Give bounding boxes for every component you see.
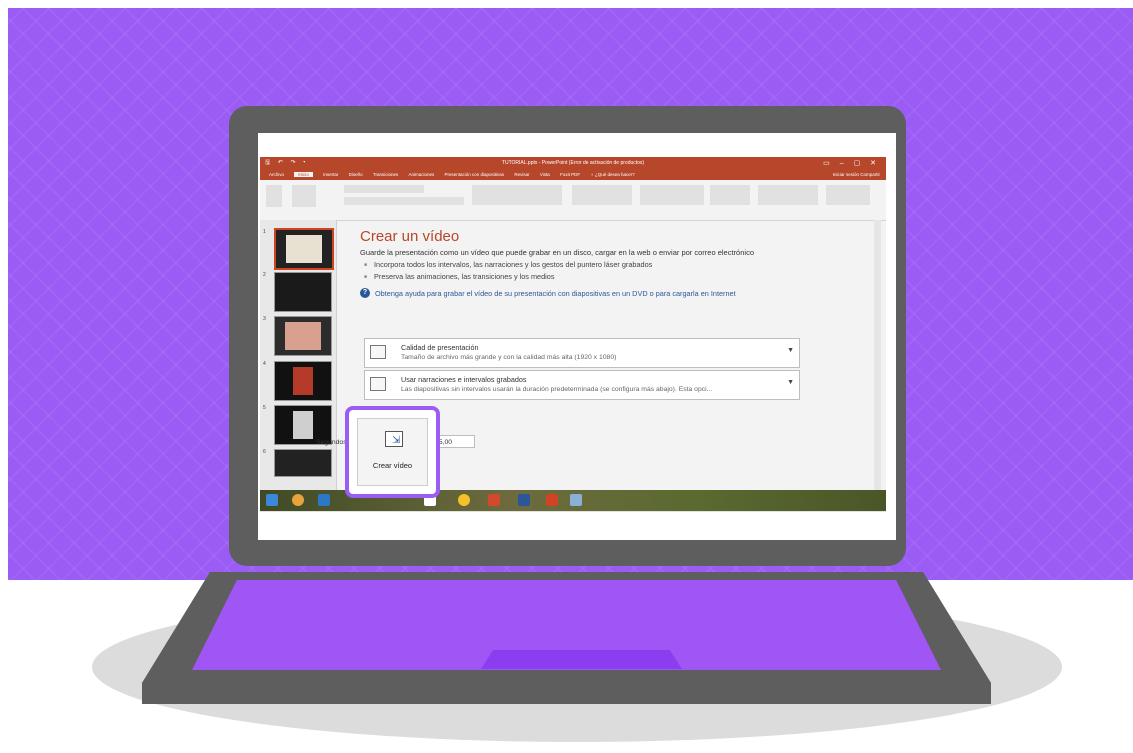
quality-subtitle: Tamaño de archivo más grande y con la ca… <box>401 354 617 361</box>
chevron-down-icon[interactable]: ▼ <box>787 379 794 386</box>
timing-title: Usar narraciones e intervalos grabados <box>401 375 527 384</box>
quality-dropdown[interactable]: Calidad de presentación Tamaño de archiv… <box>364 338 800 368</box>
tell-me-search[interactable]: ♀ ¿Qué desea hacer? <box>590 172 634 177</box>
create-video-label: Crear vídeo <box>372 461 413 470</box>
paste-icon[interactable] <box>266 185 282 207</box>
arrange-button[interactable] <box>710 185 750 205</box>
paragraph-group[interactable] <box>472 185 562 205</box>
chevron-down-icon[interactable]: ▼ <box>787 347 794 354</box>
tab-inicio[interactable]: Inicio <box>294 172 313 177</box>
browser-icon[interactable] <box>292 494 304 506</box>
slide-number: 6 <box>263 449 266 455</box>
speaker-icon <box>370 377 386 391</box>
tab-insertar[interactable]: Insertar <box>323 172 338 177</box>
font-formatting[interactable] <box>344 197 464 205</box>
slide-thumbnails-panel: 1 2 3 4 5 6 <box>260 220 337 506</box>
page-title: Crear un vídeo <box>360 228 460 245</box>
font-selector[interactable] <box>344 185 424 193</box>
tab-revisar[interactable]: Revisar <box>514 172 529 177</box>
sign-in-share[interactable]: Iniciar sesión Compartir <box>833 170 880 180</box>
tab-diseno[interactable]: Diseño <box>349 172 363 177</box>
quality-title: Calidad de presentación <box>401 343 479 352</box>
feature-bullet: Incorpora todos los intervalos, las narr… <box>364 260 840 270</box>
feature-bullet: Preserva las animaciones, las transicion… <box>364 272 840 282</box>
window-controls[interactable]: ▭ – ▢ ✕ <box>823 157 880 170</box>
text-direction-group[interactable] <box>572 185 632 205</box>
shape-styles[interactable] <box>758 185 818 205</box>
create-video-button[interactable]: Crear vídeo <box>357 418 428 486</box>
slide-thumbnail-4[interactable] <box>274 361 332 401</box>
ribbon <box>260 180 886 221</box>
tab-animaciones[interactable]: Animaciones <box>408 172 434 177</box>
find-replace-group[interactable] <box>826 185 870 205</box>
timing-subtitle: Las diapositivas sin intervalos usarán l… <box>401 386 713 393</box>
slide-number: 2 <box>263 272 266 278</box>
tab-vista[interactable]: Vista <box>540 172 550 177</box>
slide-number: 3 <box>263 316 266 322</box>
slide-number: 4 <box>263 361 266 367</box>
shapes-gallery[interactable] <box>640 185 704 205</box>
slide-thumbnail-2[interactable] <box>274 272 332 312</box>
tab-presentacion[interactable]: Presentación con diapositivas <box>445 172 505 177</box>
new-slide-icon[interactable] <box>292 185 316 207</box>
laptop-trackpad <box>481 650 682 669</box>
window-title: TUTORIAL.pptx - PowerPoint (Error de act… <box>501 160 645 166</box>
start-icon[interactable] <box>266 494 278 506</box>
scrollbar[interactable] <box>874 220 881 500</box>
word-icon[interactable] <box>518 494 530 506</box>
slide-thumbnail-1[interactable] <box>274 228 334 270</box>
timing-dropdown[interactable]: Usar narraciones e intervalos grabados L… <box>364 370 800 400</box>
help-link-text[interactable]: Obtenga ayuda para grabar el vídeo de su… <box>375 289 736 298</box>
help-icon: ? <box>360 288 370 298</box>
powerpoint-icon[interactable] <box>546 494 558 506</box>
monitor-icon <box>370 345 386 359</box>
ribbon-tabs: Archivo Inicio Insertar Diseño Transicio… <box>260 170 886 180</box>
tab-archivo[interactable]: Archivo <box>269 172 284 177</box>
video-export-icon <box>385 431 403 447</box>
title-bar: 🖫 ↶ ↷ ▾ TUTORIAL.pptx - PowerPoint (Erro… <box>260 157 886 170</box>
app-icon[interactable] <box>488 494 500 506</box>
help-link[interactable]: ? Obtenga ayuda para grabar el vídeo de … <box>360 288 840 298</box>
create-video-highlight: Crear vídeo <box>345 406 440 498</box>
slide-thumbnail-6[interactable] <box>274 449 332 477</box>
export-description: Guarde la presentación como un vídeo que… <box>360 248 754 257</box>
slide-thumbnail-3[interactable] <box>274 316 332 356</box>
slide-number: 1 <box>263 229 266 235</box>
slide-number: 5 <box>263 405 266 411</box>
vlc-icon[interactable] <box>570 494 582 506</box>
tab-foxit[interactable]: Foxit PDF <box>560 172 580 177</box>
chrome-icon[interactable] <box>458 494 470 506</box>
ie-icon[interactable] <box>318 494 330 506</box>
tab-transiciones[interactable]: Transiciones <box>373 172 398 177</box>
